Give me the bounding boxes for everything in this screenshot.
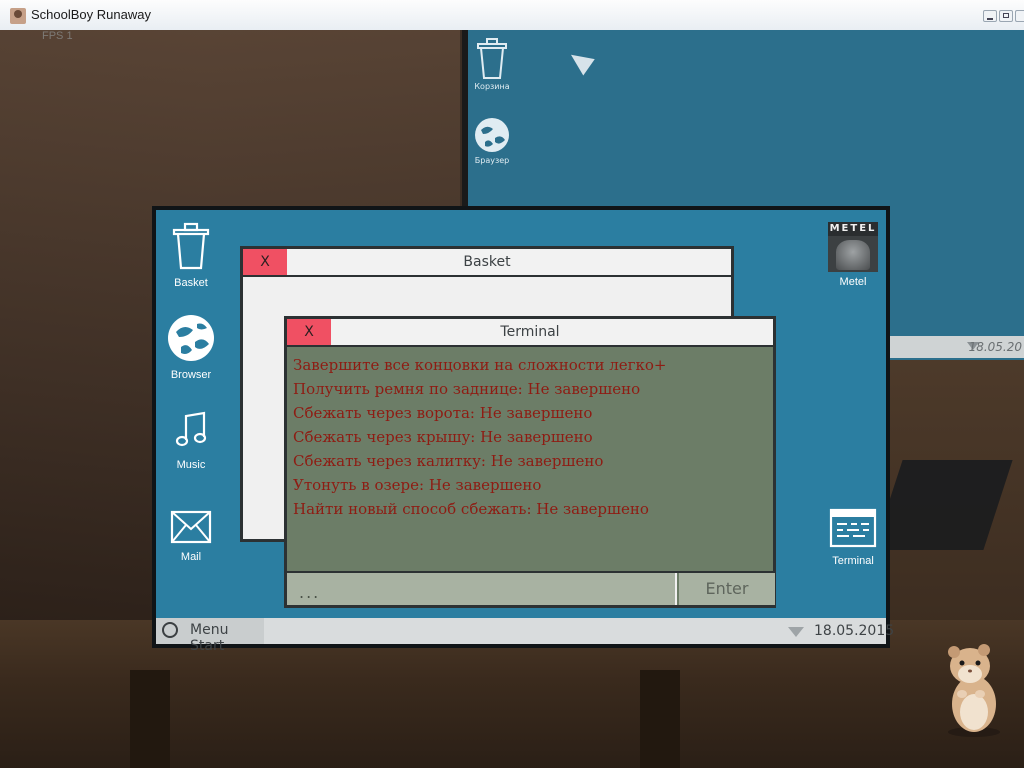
browser-icon [168,315,214,361]
terminal-line: Получить ремня по заднице: Не завершено [293,380,641,398]
os-titlebar: SchoolBoy Runaway [0,0,1024,31]
desk-leg [640,670,680,768]
terminal-line: Сбежать через калитку: Не завершено [293,452,604,470]
wifi-icon [788,627,804,637]
terminal-titlebar[interactable]: X Terminal [287,319,773,347]
desktop-icon-browser[interactable]: Browser [156,314,226,381]
minimize-button[interactable] [983,10,997,22]
fps-counter: FPS 1 [42,30,73,42]
terminal-line: Завершите все концовки на сложности легк… [293,356,667,374]
music-note-icon [175,411,207,447]
metel-app-icon: METEL [828,222,878,272]
desktop-screen: Basket Browser Music Mail METEL Metel Te… [156,210,894,654]
mail-icon [170,510,212,544]
trash-icon [172,222,210,270]
terminal-icon [829,508,877,548]
icon-label: Basket [174,277,208,289]
hamster-character [948,644,1000,737]
game-scene: Корзина Браузер 18.05.20 FPS 1 Basket Br… [0,30,1024,768]
terminal-line: Найти новый способ сбежать: Не завершено [293,500,649,518]
bg-browser-icon: Браузер [462,116,522,165]
start-label: Menu Start [190,622,229,654]
enter-button[interactable]: Enter [677,573,775,605]
terminal-line: Утонуть в озере: Не завершено [293,476,542,494]
desktop-icon-basket[interactable]: Basket [156,222,226,289]
taskbar: Menu Start 18.05.2015 [156,618,894,654]
window-title: SchoolBoy Runaway [31,7,151,22]
icon-label: Browser [170,369,212,381]
bg-icon-label: Корзина [474,82,510,91]
maximize-button[interactable] [999,10,1013,22]
monitor: Basket Browser Music Mail METEL Metel Te… [152,206,894,654]
desktop-icon-mail[interactable]: Mail [156,510,226,563]
metel-badge-text: METEL [828,222,878,236]
bg-icon-label: Браузер [474,156,510,165]
terminal-line: Сбежать через ворота: Не завершено [293,404,593,422]
basket-title: Basket [463,254,511,270]
basket-titlebar[interactable]: X Basket [243,249,731,277]
app-icon [10,8,26,24]
terminal-input[interactable]: ... [287,573,675,605]
desktop-icon-terminal[interactable]: Terminal [818,508,888,567]
terminal-title: Terminal [500,324,560,340]
terminal-window[interactable]: X Terminal Завершите все концовки на сло… [284,316,776,608]
desk-leg [130,670,170,768]
icon-label: Terminal [832,555,874,567]
icon-label: Music [176,459,206,471]
cursor-icon [565,46,595,76]
bg-trash-icon: Корзина [462,36,522,91]
taskbar-date: 18.05.2015 [814,623,895,639]
desktop-icon-music[interactable]: Music [156,410,226,471]
close-button[interactable] [1015,10,1024,22]
terminal-input-value: ... [299,583,321,602]
start-circle-icon [162,622,178,638]
desktop-icon-metel[interactable]: METEL Metel [818,222,888,288]
bg-date: 18.05.20 [968,340,1022,354]
start-menu-button[interactable]: Menu Start [156,618,264,654]
icon-label: Metel [839,276,867,288]
icon-label: Mail [180,551,202,563]
terminal-output: Завершите все концовки на сложности легк… [287,347,773,573]
terminal-line: Сбежать через крышу: Не завершено [293,428,593,446]
